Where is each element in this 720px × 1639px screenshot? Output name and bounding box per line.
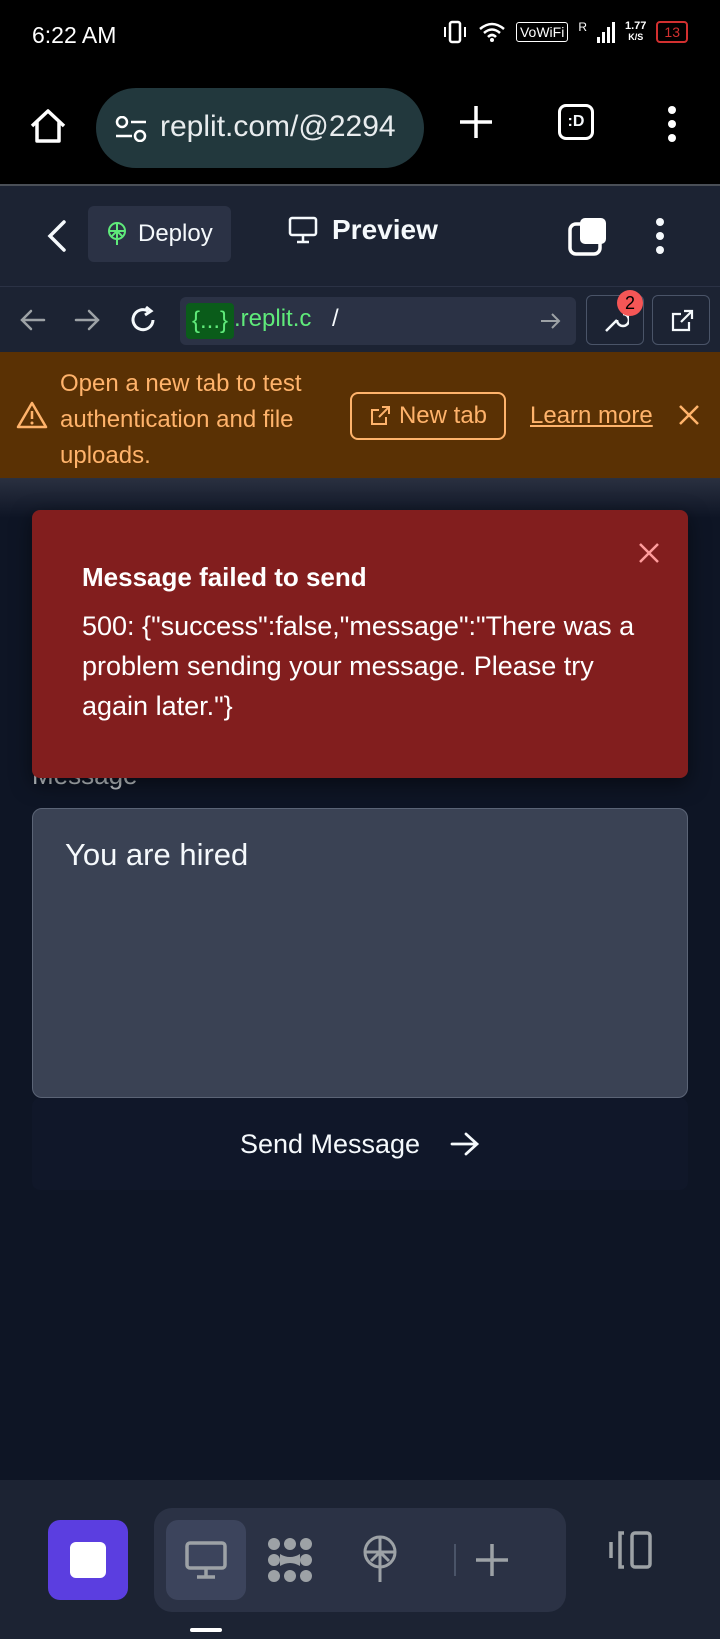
wifi-icon <box>479 22 505 42</box>
back-icon[interactable] <box>40 216 76 256</box>
preview-address-bar: {...} .replit.c / 2 <box>0 286 720 352</box>
roaming-label: R <box>578 20 587 34</box>
site-settings-icon[interactable] <box>114 116 148 142</box>
preview-label: Preview <box>332 214 438 245</box>
new-tab-icon[interactable] <box>456 102 496 142</box>
status-bar: 6:22 AM VoWiFi R 1.77 K/S 13 <box>0 0 720 72</box>
close-toast-icon[interactable] <box>636 540 662 566</box>
home-icon[interactable] <box>28 106 68 146</box>
browser-menu-icon[interactable] <box>662 104 682 144</box>
send-message-button[interactable]: Send Message <box>32 1098 688 1190</box>
battery-indicator: 13 <box>656 21 688 43</box>
status-icons: VoWiFi R 1.77 K/S 13 <box>442 20 688 44</box>
learn-more-link[interactable]: Learn more <box>530 402 653 430</box>
stop-icon <box>70 1542 106 1578</box>
home-indicator[interactable] <box>190 1628 222 1632</box>
tab-preview[interactable]: Preview <box>288 214 438 246</box>
message-textarea[interactable]: You are hired <box>32 808 688 1098</box>
external-link-icon <box>671 309 694 332</box>
url-bar[interactable]: replit.com/@2294 <box>96 88 424 168</box>
notification-count-badge: 2 <box>617 290 643 316</box>
browser-toolbar: replit.com/@2294 :D <box>0 72 720 184</box>
devtools-button[interactable]: 2 <box>586 290 644 345</box>
reload-icon[interactable] <box>128 305 158 335</box>
deploy-label: Deploy <box>138 220 213 247</box>
preview-url-field[interactable]: {...} .replit.c / <box>180 297 576 345</box>
auth-warning-banner: Open a new tab to test authentication an… <box>0 352 720 478</box>
go-arrow-icon[interactable] <box>538 309 562 333</box>
warning-icon <box>16 401 48 429</box>
monitor-icon <box>185 1541 227 1579</box>
divider <box>454 1544 456 1576</box>
replit-header: Deploy Preview <box>0 186 720 286</box>
new-tab-button[interactable]: New tab <box>350 392 506 440</box>
panes-toggle-icon[interactable] <box>606 1530 654 1570</box>
error-toast: Message failed to send 500: {"success":f… <box>32 510 688 778</box>
stop-button[interactable] <box>48 1520 128 1600</box>
external-link-icon <box>370 406 390 425</box>
signal-icon <box>597 22 615 43</box>
workflows-icon[interactable] <box>266 1536 314 1584</box>
deploy-button[interactable]: Deploy <box>88 206 231 262</box>
close-banner-icon[interactable] <box>676 402 702 428</box>
send-message-label: Send Message <box>239 1128 421 1159</box>
preview-back-icon[interactable] <box>18 305 48 335</box>
deploy-icon[interactable] <box>360 1534 400 1584</box>
dev-url-badge: {...} <box>186 303 235 339</box>
deploy-icon <box>108 222 126 245</box>
tab-preview-tool[interactable] <box>166 1520 246 1600</box>
toast-title: Message failed to send <box>82 562 367 592</box>
banner-message: Open a new tab to test authentication an… <box>60 370 302 469</box>
preview-path[interactable]: / <box>332 305 339 333</box>
arrow-right-icon <box>450 1132 480 1156</box>
add-tool-icon[interactable] <box>472 1540 512 1580</box>
preview-host: .replit.c <box>234 305 312 332</box>
panes-icon[interactable] <box>568 216 608 256</box>
bottom-toolbar <box>0 1480 720 1639</box>
preview-forward-icon[interactable] <box>72 305 102 335</box>
new-tab-label: New tab <box>398 402 488 429</box>
tab-switcher-button[interactable]: :D <box>558 104 594 140</box>
open-external-button[interactable] <box>652 295 710 345</box>
url-text[interactable]: replit.com/@2294 <box>160 110 416 144</box>
net-speed: 1.77 K/S <box>625 20 647 43</box>
tool-tabs <box>154 1508 566 1612</box>
vibrate-icon <box>443 20 466 44</box>
status-time: 6:22 AM <box>32 22 117 48</box>
vowifi-badge: VoWiFi <box>515 22 569 42</box>
more-options-icon[interactable] <box>648 216 672 256</box>
monitor-icon <box>288 216 318 244</box>
toast-description: 500: {"success":false,"message":"There w… <box>82 611 635 721</box>
